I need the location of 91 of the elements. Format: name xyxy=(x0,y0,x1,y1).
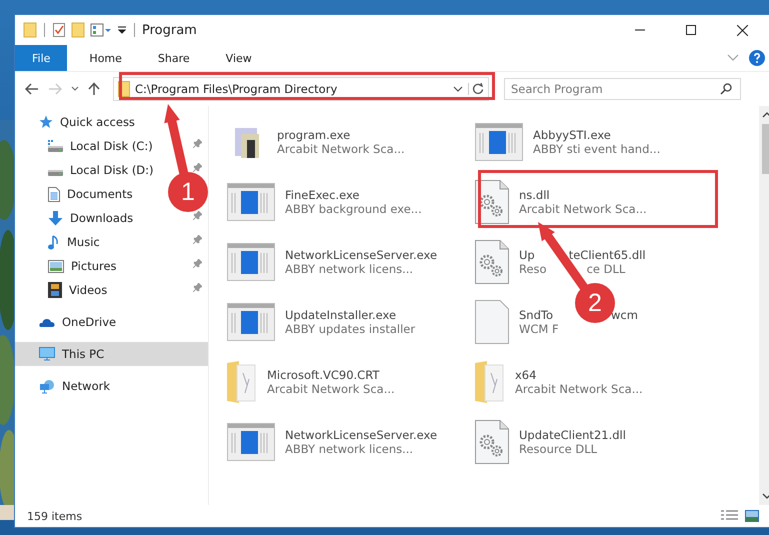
dropdown-icon[interactable] xyxy=(117,25,127,35)
music-icon xyxy=(48,234,60,250)
file-description: ABBY background exe... xyxy=(285,202,422,216)
item-count: 159 items xyxy=(27,510,82,522)
sidebar-item[interactable]: Pictures xyxy=(71,259,117,273)
file-description: Arcabit Network Sca... xyxy=(519,202,647,216)
document-icon xyxy=(48,186,60,202)
sidebar-item[interactable]: Network xyxy=(15,374,208,398)
file-name[interactable]: teClient65.dll xyxy=(568,248,646,262)
file-name[interactable]: UpdateInstaller.exe xyxy=(285,308,416,322)
ribbon-tab[interactable]: Home xyxy=(71,45,140,71)
film-icon xyxy=(48,282,62,298)
pin-icon[interactable] xyxy=(193,235,202,244)
file-description: Arcabit Network Sca... xyxy=(267,382,395,396)
ribbon-tab[interactable]: Share xyxy=(140,45,208,71)
ribbon-tab[interactable]: View xyxy=(208,45,270,71)
sidebar-item[interactable]: Music xyxy=(67,235,100,249)
file-name[interactable]: UpdateClient21.dll xyxy=(519,428,626,442)
dropdown-icon[interactable] xyxy=(453,86,463,92)
file-description: Arcabit Network Sca... xyxy=(277,142,405,156)
gears-file-icon[interactable] xyxy=(475,420,509,464)
refresh-icon[interactable] xyxy=(468,83,484,95)
help-icon[interactable] xyxy=(749,50,765,66)
callout-number: 2 xyxy=(587,288,603,318)
sidebar-item[interactable]: This PC xyxy=(15,342,208,366)
file-name[interactable]: Up xyxy=(519,248,535,262)
file-name[interactable]: AbbyySTI.exe xyxy=(533,128,660,142)
address-field[interactable]: C:\Program Files\Program Directory xyxy=(113,77,489,101)
view-icon[interactable] xyxy=(90,23,112,37)
scroll-up-icon[interactable] xyxy=(762,112,769,118)
pin-icon[interactable] xyxy=(193,283,202,292)
scroll-thumb[interactable] xyxy=(762,124,769,174)
file-description: WCM F xyxy=(519,322,560,336)
file-name[interactable]: NetworkLicenseServer.exe xyxy=(285,248,438,262)
file-icon[interactable] xyxy=(475,300,509,344)
file-name[interactable]: NetworkLicenseServer.exe xyxy=(285,428,438,442)
address-path: C:\Program Files\Program Directory xyxy=(135,82,338,96)
properties-icon[interactable] xyxy=(52,22,66,38)
ribbon-tab[interactable]: File xyxy=(15,45,68,71)
scroll-down-icon[interactable] xyxy=(762,493,769,499)
file-description: ce DLL xyxy=(586,262,626,276)
file-description: ABBY updates installer xyxy=(285,322,416,336)
sidebar-item[interactable]: Downloads xyxy=(70,211,134,225)
file-name[interactable]: program.exe xyxy=(277,128,405,142)
file-description: ABBY sti event hand... xyxy=(533,142,660,156)
close-icon xyxy=(736,24,748,36)
file-name[interactable]: ns.dll xyxy=(519,188,647,202)
expand-ribbon-icon[interactable] xyxy=(727,54,739,62)
application-icon[interactable] xyxy=(227,423,275,461)
application-icon[interactable] xyxy=(475,123,523,161)
file-description: Arcabit Network Sca... xyxy=(515,382,643,396)
large-icons-view-icon[interactable] xyxy=(745,510,759,522)
recent-icon[interactable] xyxy=(71,86,79,92)
computer-icon xyxy=(39,347,55,361)
pin-icon[interactable] xyxy=(193,259,202,268)
file-description: ABBY network licens... xyxy=(285,442,414,456)
file-name[interactable]: Microsoft.VC90.CRT xyxy=(267,368,395,382)
minimize-icon xyxy=(635,29,645,31)
file-name[interactable]: FineExec.exe xyxy=(285,188,422,202)
details-view-icon[interactable] xyxy=(721,510,739,522)
gears-file-icon[interactable] xyxy=(475,180,509,224)
sidebar-item[interactable]: Local Disk (D:) xyxy=(70,163,154,177)
file-description: Resource DLL xyxy=(519,442,598,456)
back-icon[interactable] xyxy=(25,83,39,95)
download-icon xyxy=(48,210,63,226)
file-name[interactable]: SndTo xyxy=(519,308,553,322)
sidebar-item[interactable]: Videos xyxy=(69,283,108,297)
star-icon xyxy=(39,115,53,129)
network-icon xyxy=(39,378,55,394)
up-icon[interactable] xyxy=(88,82,100,96)
sidebar-item[interactable]: OneDrive xyxy=(15,310,208,334)
sidebar-item[interactable]: Documents xyxy=(67,187,133,201)
file-name[interactable]: wcm xyxy=(611,308,638,322)
cloud-icon xyxy=(39,316,55,328)
drive-icon xyxy=(48,140,63,152)
file-description: ABBY network licens... xyxy=(285,262,414,276)
sidebar-item[interactable]: Local Disk (C:) xyxy=(70,139,153,153)
callout-number: 1 xyxy=(180,177,196,207)
file-name[interactable]: x64 xyxy=(515,368,643,382)
pictures-icon xyxy=(48,260,64,272)
gears-file-icon[interactable] xyxy=(475,240,509,284)
sidebar-item[interactable]: Quick access xyxy=(15,110,208,134)
application-icon[interactable] xyxy=(227,243,275,281)
file-description: Reso xyxy=(519,262,547,276)
pin-icon[interactable] xyxy=(193,163,202,172)
pin-icon[interactable] xyxy=(193,139,202,148)
application-icon[interactable] xyxy=(227,183,275,221)
pin-icon[interactable] xyxy=(193,211,202,220)
application-icon[interactable] xyxy=(227,303,275,341)
maximize-icon xyxy=(686,25,696,35)
window-title: Program xyxy=(142,22,197,38)
